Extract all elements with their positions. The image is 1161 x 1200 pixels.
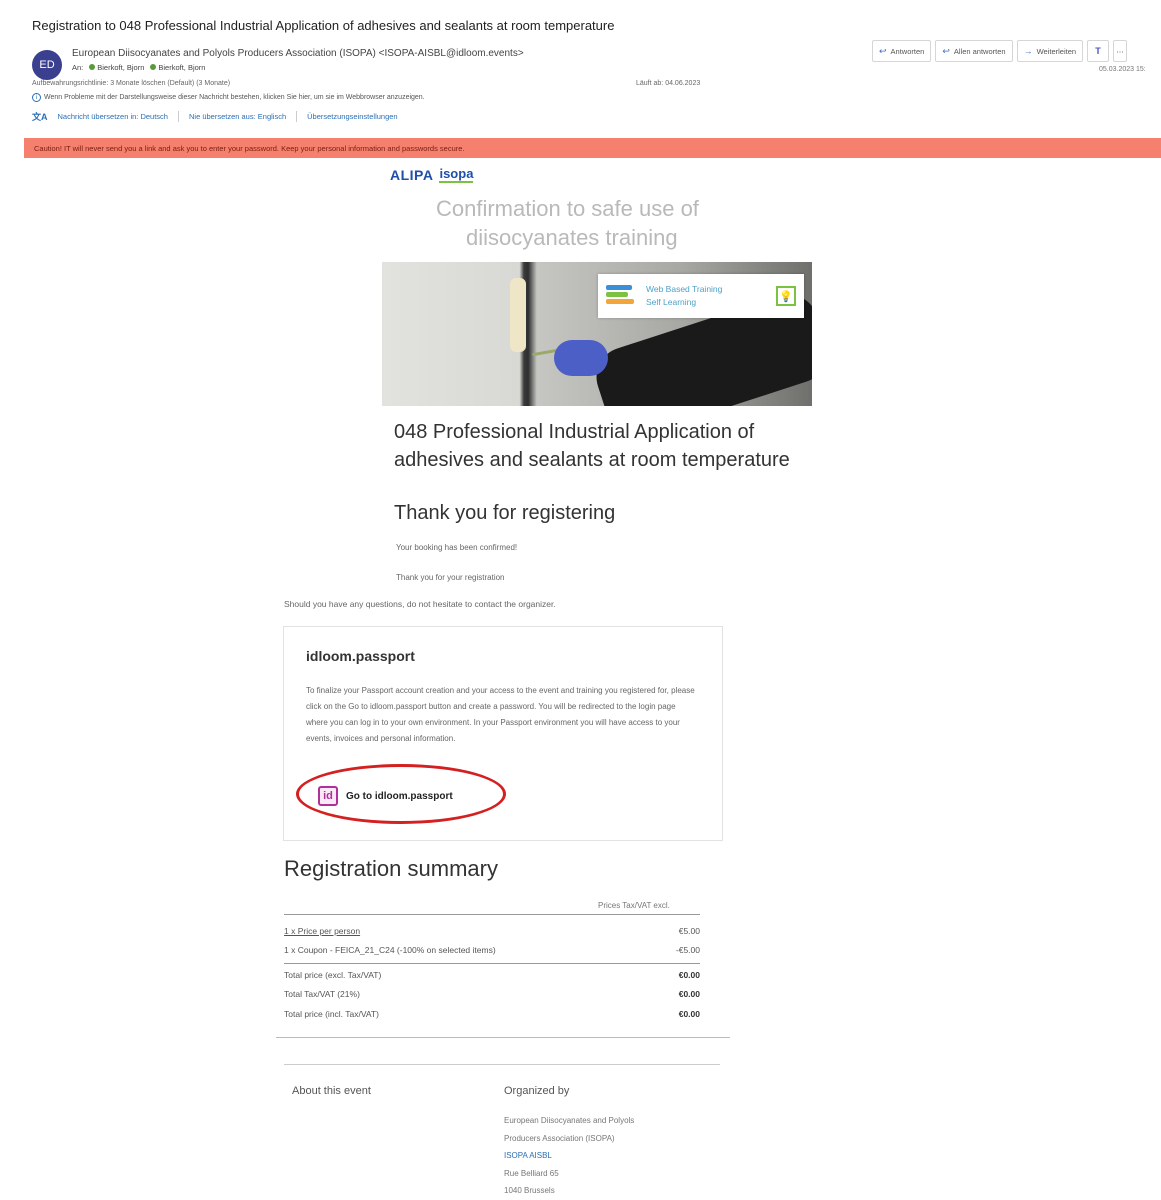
confirmation-heading-line-2: diisocyanates training [466,225,678,250]
course-title: 048 Professional Industrial Application … [394,421,790,471]
display-info-bar[interactable]: i Wenn Probleme mit der Darstellungsweis… [32,93,425,102]
total-label: Total price (incl. Tax/VAT) [284,1009,379,1019]
alipa-logo: ALIPA [390,167,434,183]
teams-icon: T [1095,46,1101,56]
sender-avatar[interactable]: ED [32,50,62,80]
email-subject: Registration to 048 Professional Industr… [32,18,615,33]
translate-to-german-link[interactable]: Nachricht übersetzen in: Deutsch [58,112,168,121]
more-actions-button[interactable]: ⋯ [1113,40,1128,62]
recipient[interactable]: Bierkoft, Bjorn [89,63,144,72]
thank-you-heading: Thank you for registering [394,502,616,524]
translate-icon: 文A [32,112,48,122]
reply-label: Antworten [890,46,925,56]
reply-all-label: Allen antworten [953,46,1006,56]
divider [177,111,179,122]
message-actions: ↩ Antworten ↩ Allen antworten → Weiterleite… [872,40,1128,62]
isopa-logo: isopa [439,166,474,183]
display-info-text: Wenn Probleme mit der Darstellungsweise … [44,94,425,101]
forward-icon: → [1023,46,1033,56]
reply-all-button[interactable]: ↩ Allen antworten [935,40,1013,62]
organizer-address-line: 1040 Brussels [504,1186,555,1195]
security-warning-banner: Caution! IT will never send you a link a… [24,138,1161,158]
about-event-heading: About this event [292,1085,371,1097]
total-value: €0.00 [678,970,700,980]
organizer-name-line: Producers Association (ISOPA) [504,1133,615,1143]
to-label: An: [72,63,84,72]
summary-bottom-divider [276,1037,730,1038]
reply-icon: ↩ [879,45,887,56]
divider [296,111,298,122]
go-to-passport-button[interactable]: id Go to idloom.passport [318,786,453,806]
summary-divider [284,963,700,964]
passport-title: idloom.passport [306,648,415,664]
line-item-label: 1 x Coupon - FEICA_21_C24 (-100% on sele… [284,945,496,955]
training-type-card: Web Based Training Self Learning 💡 [598,274,804,318]
organizer-name-line: European Diisocyanates and Polyols [504,1116,635,1125]
recipient-name: Bierkoft, Bjorn [97,63,145,72]
line-item-label: 1 x Price per person [284,926,361,936]
blue-glove [554,340,608,376]
price-column-header: Prices Tax/VAT excl. [598,901,670,910]
web-training-icon [606,283,638,309]
summary-divider [284,914,700,915]
total-value: €0.00 [678,1009,700,1019]
organized-by-heading: Organized by [504,1085,570,1097]
training-type-text: Web Based Training Self Learning [646,284,723,307]
forward-label: Weiterleiten [1036,46,1077,56]
retention-policy: Aufbewahrungsrichtlinie: 3 Monate lösche… [32,80,231,87]
sealant-foam [510,278,526,352]
total-label: Total Tax/VAT (21%) [284,989,360,999]
organizer-details: European Diisocyanates and Polyols Produ… [504,1112,634,1200]
expiry-date: Läuft ab: 04.06.2023 [636,80,701,87]
teams-button[interactable]: T [1087,40,1110,62]
line-item-value: -€5.00 [675,945,700,955]
recipient-name: Bierkoft, Bjorn [158,63,206,72]
lightbulb-icon: 💡 [776,286,796,306]
idloom-icon: id [318,786,338,806]
presence-icon [150,64,157,70]
hero-image: Web Based Training Self Learning 💡 [382,262,812,406]
total-value: €0.00 [678,989,700,999]
footer-divider [284,1064,720,1065]
registration-summary-title: Registration summary [284,856,498,881]
received-date: 05.03.2023 15: [1099,66,1146,73]
presence-icon [89,64,96,70]
never-translate-link[interactable]: Nie übersetzen aus: Englisch [189,112,286,121]
reply-all-icon: ↩ [942,45,950,56]
sender-name[interactable]: European Diisocyanates and Polyols Produ… [72,48,524,59]
confirmation-heading-line-1: Confirmation to safe use of [436,196,699,221]
go-to-passport-label: Go to idloom.passport [346,790,453,802]
line-item-value: €5.00 [678,926,700,936]
info-icon: i [32,93,41,102]
passport-instructions: To finalize your Passport account creati… [306,686,695,743]
forward-button[interactable]: → Weiterleiten [1016,40,1084,62]
recipients-row: An: Bierkoft, Bjorn Bierkoft, Bjorn [72,63,205,72]
total-label: Total price (excl. Tax/VAT) [284,970,382,980]
more-icon: ⋯ [1116,46,1124,56]
organizer-address-line: Rue Belliard 65 [504,1168,559,1178]
brand-logos: ALIPA isopa [390,166,474,183]
recipient[interactable]: Bierkoft, Bjorn [150,63,205,72]
reply-button[interactable]: ↩ Antworten [872,40,932,62]
organizer-link[interactable]: ISOPA AISBL [504,1147,634,1165]
thank-registration-text: Thank you for your registration [396,573,505,582]
booking-confirmed-text: Your booking has been confirmed! [396,543,518,552]
translation-settings-link[interactable]: Übersetzungseinstellungen [307,112,397,121]
translation-bar: 文A Nachricht übersetzen in: Deutsch Nie … [32,110,398,123]
contact-organizer-text: Should you have any questions, do not he… [284,599,556,609]
